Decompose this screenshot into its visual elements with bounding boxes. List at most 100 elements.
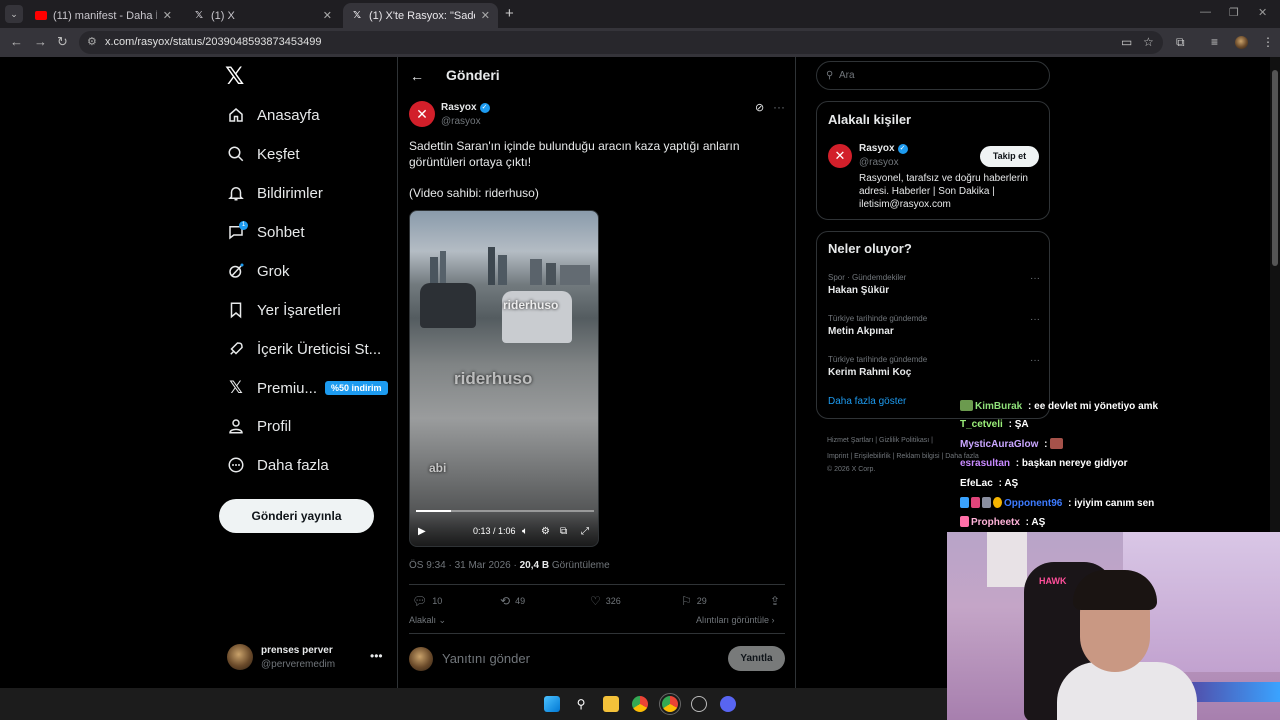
trend-name: Kerim Rahmi Koç: [828, 367, 912, 378]
close-icon[interactable]: ✕: [163, 9, 172, 22]
picture-in-picture-icon[interactable]: ⧉: [560, 526, 567, 537]
sidebar-item-home[interactable]: Anasayfa: [227, 106, 320, 124]
back-arrow-icon[interactable]: ←: [410, 68, 424, 84]
restore-icon[interactable]: ❐: [1229, 6, 1239, 19]
file-explorer-icon[interactable]: [603, 696, 619, 712]
windows-start-icon[interactable]: [544, 696, 560, 712]
related-dropdown[interactable]: Alakalı ⌄: [409, 615, 446, 626]
tab-title: (11) manifest - Daha İyi | Officia: [53, 9, 157, 22]
share-icon[interactable]: ⇪: [770, 594, 785, 608]
sidebar-item-creator-studio[interactable]: İçerik Üreticisi St...: [227, 340, 381, 358]
chat-sep: :: [1005, 419, 1015, 430]
reply-input[interactable]: Yanıtını gönder: [442, 651, 530, 666]
address-bar[interactable]: ⚙ x.com/rasyox/status/203904859387345349…: [79, 31, 1163, 54]
sidebar-item-profile[interactable]: Profil: [227, 417, 291, 435]
author-avatar[interactable]: ✕: [828, 144, 852, 168]
chat-message: MysticAuraGlow :: [960, 438, 1065, 450]
trend-item[interactable]: Spor · Gündemdekiler Hakan Şükür ···: [828, 273, 1040, 296]
footer-links[interactable]: Imprint | Erişilebilirlik | Reklam bilgi…: [827, 453, 979, 460]
more-icon[interactable]: ···: [1030, 314, 1040, 325]
extensions-icon[interactable]: ⧉: [1176, 35, 1185, 50]
chat-message: EfeLac : AŞ: [960, 478, 1018, 489]
new-tab-button[interactable]: +: [505, 5, 514, 22]
grok-explain-icon[interactable]: ⊘: [755, 101, 764, 114]
youtube-icon: [35, 10, 47, 22]
sidebar-item-label: Bildirimler: [257, 184, 323, 202]
more-icon[interactable]: •••: [370, 649, 383, 663]
show-more-link[interactable]: Daha fazla göster: [828, 396, 906, 407]
more-circle-icon: [227, 456, 245, 474]
chrome-icon[interactable]: [632, 696, 648, 712]
fullscreen-icon[interactable]: ⤢: [581, 526, 589, 537]
back-icon[interactable]: ←: [10, 34, 23, 49]
sidebar-item-label: Keşfet: [257, 145, 300, 163]
footer-links[interactable]: Hizmet Şartları | Gizlilik Politikası |: [827, 437, 933, 444]
video-progress-fill: [416, 510, 452, 512]
more-icon[interactable]: ···: [1030, 355, 1040, 366]
more-icon[interactable]: ···: [1030, 273, 1040, 284]
tweet-time[interactable]: ÖS 9:34 · 31 Mar 2026 ·: [409, 560, 520, 571]
menu-icon[interactable]: ⋮: [1262, 35, 1274, 49]
author-name[interactable]: Rasyox ✓: [441, 102, 490, 113]
tab-x[interactable]: 𝕏 (1) X ✕: [185, 3, 340, 28]
scrollbar-thumb[interactable]: [1272, 70, 1278, 266]
discord-icon[interactable]: [720, 696, 736, 712]
relevant-handle[interactable]: @rasyox: [859, 157, 899, 168]
close-window-icon[interactable]: ✕: [1258, 6, 1267, 19]
trend-item[interactable]: Türkiye tarihinde gündemde Metin Akpınar…: [828, 314, 1040, 337]
webcam-overlay: HAWK: [947, 532, 1280, 720]
more-icon[interactable]: ···: [773, 100, 785, 114]
main-column: ← Gönderi ✕ Rasyox ✓ @rasyox ⊘ ··· Sadett…: [397, 57, 796, 688]
trend-item[interactable]: Türkiye tarihinde gündemde Kerim Rahmi K…: [828, 355, 1040, 378]
search-input[interactable]: ⚲ Ara: [816, 61, 1050, 90]
minimize-icon[interactable]: —: [1200, 6, 1211, 18]
close-icon[interactable]: ✕: [323, 9, 332, 22]
play-icon[interactable]: ▶: [418, 526, 426, 537]
sidebar-item-premium[interactable]: 𝕏 Premiu... %50 indirim: [227, 378, 388, 397]
retweet-action[interactable]: ⟲ 49: [500, 594, 525, 608]
cast-icon[interactable]: ▭: [1121, 35, 1132, 49]
sidebar-item-bookmarks[interactable]: Yer İşaretleri: [227, 301, 341, 319]
chat-text: AŞ: [1004, 478, 1019, 489]
site-info-icon[interactable]: ⚙: [87, 31, 97, 54]
sidebar-item-explore[interactable]: Keşfet: [227, 145, 300, 163]
tab-search-button[interactable]: ⌄: [5, 5, 23, 23]
follow-button[interactable]: Takip et: [980, 146, 1039, 167]
view-quotes-link[interactable]: Alıntıları görüntüle ›: [696, 615, 775, 625]
star-icon[interactable]: ☆: [1143, 35, 1154, 49]
author-avatar[interactable]: ✕: [409, 101, 435, 127]
video-progress-bar[interactable]: [416, 510, 594, 512]
sidebar-item-more[interactable]: Daha fazla: [227, 456, 329, 474]
grok-icon: [227, 262, 245, 280]
sidebar-item-label: Grok: [257, 262, 290, 280]
forward-icon[interactable]: →: [34, 34, 47, 49]
steam-icon[interactable]: [691, 696, 707, 712]
search-icon[interactable]: ⚲: [573, 696, 589, 712]
reply-button[interactable]: Yanıtla: [728, 646, 785, 671]
video-watermark-large: riderhuso: [454, 369, 533, 388]
volume-icon[interactable]: 🔈︎: [522, 526, 528, 537]
bookmark-action[interactable]: ⚐ 29: [681, 594, 707, 608]
like-action[interactable]: ♡ 326: [590, 594, 621, 608]
relevant-name[interactable]: Rasyox ✓: [859, 143, 908, 154]
reply-action[interactable]: 💬︎ 10: [412, 594, 442, 608]
chrome-active-icon[interactable]: [659, 693, 681, 715]
browser-tab-bar: ⌄ (11) manifest - Daha İyi | Officia ✕ 𝕏…: [0, 0, 1280, 28]
settings-icon[interactable]: ⚙: [541, 526, 550, 537]
x-logo-icon[interactable]: 𝕏: [225, 65, 247, 89]
sidebar-item-grok[interactable]: Grok: [227, 262, 290, 280]
tweet-video[interactable]: riderhuso riderhuso abi ▶ 0:13 / 1:06 🔈︎…: [409, 210, 599, 547]
sidebar-item-notifications[interactable]: Bildirimler: [227, 184, 323, 202]
tab-youtube[interactable]: (11) manifest - Daha İyi | Officia ✕: [27, 3, 180, 28]
browser-toolbar: ← → ↻ ⚙ x.com/rasyox/status/203904859387…: [0, 28, 1280, 57]
trend-name: Hakan Şükür: [828, 285, 890, 296]
author-handle[interactable]: @rasyox: [441, 116, 481, 127]
account-switcher[interactable]: prenses perver @perveremedim •••: [227, 644, 387, 672]
tab-x-post[interactable]: 𝕏 (1) X'te Rasyox: "Sadettin Saran ✕: [343, 3, 498, 28]
page-title: Gönderi: [446, 67, 500, 83]
post-button[interactable]: Gönderi yayınla: [219, 499, 374, 533]
profile-avatar[interactable]: [1235, 36, 1248, 49]
reload-icon[interactable]: ↻: [57, 34, 68, 50]
reading-list-icon[interactable]: ≡: [1211, 35, 1218, 49]
close-icon[interactable]: ✕: [481, 9, 490, 22]
